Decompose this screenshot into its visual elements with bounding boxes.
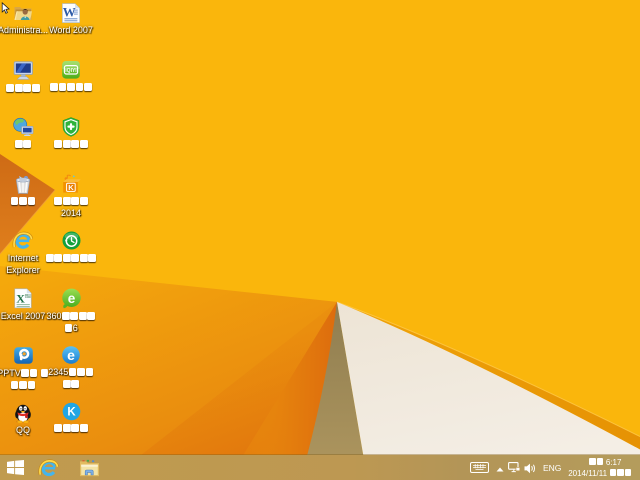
svg-text:e: e xyxy=(67,291,75,306)
svg-text:W: W xyxy=(63,5,76,20)
svg-text:X: X xyxy=(16,292,25,306)
svg-text:iQIYI: iQIYI xyxy=(65,68,77,74)
svg-text:K: K xyxy=(68,183,74,192)
svg-text:K: K xyxy=(67,407,76,419)
svg-text:e: e xyxy=(67,347,75,363)
